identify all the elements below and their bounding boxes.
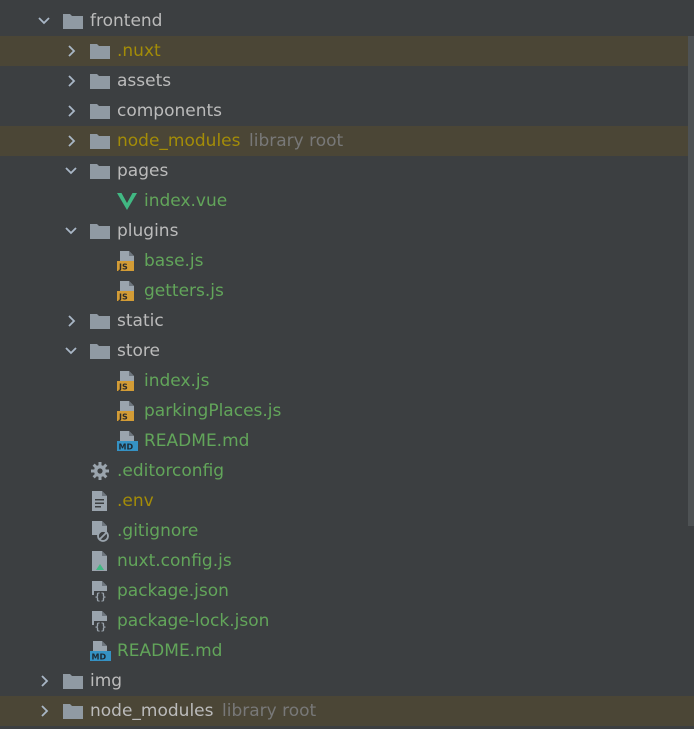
project-tree: frontend .nuxt assets components node_mo…: [0, 6, 694, 726]
svg-text:JS: JS: [118, 413, 128, 422]
vertical-scrollbar[interactable]: [688, 36, 694, 526]
tree-item-label: store: [117, 341, 160, 361]
tree-item-label: node_modules: [90, 701, 214, 721]
tree-item-label: getters.js: [144, 281, 224, 301]
folder-icon: [89, 156, 111, 186]
tree-item-label: static: [117, 311, 164, 331]
tree-row[interactable]: .editorconfig: [0, 456, 694, 486]
tree-item-label: components: [117, 101, 223, 121]
tree-item-label: img: [90, 671, 123, 691]
library-root-hint: library root: [222, 701, 317, 721]
svg-text:JS: JS: [118, 383, 128, 392]
tree-item-label: package-lock.json: [117, 611, 270, 631]
tree-item-label: parkingPlaces.js: [144, 401, 282, 421]
chevron-right-icon[interactable]: [36, 666, 52, 696]
chevron-right-icon[interactable]: [63, 96, 79, 126]
tree-item-label: plugins: [117, 221, 179, 241]
tree-row[interactable]: pages: [0, 156, 694, 186]
tree-row[interactable]: nuxt.config.js: [0, 546, 694, 576]
tree-row[interactable]: components: [0, 96, 694, 126]
tree-item-label: assets: [117, 71, 172, 91]
tree-row[interactable]: static: [0, 306, 694, 336]
tree-row[interactable]: .gitignore: [0, 516, 694, 546]
tree-row[interactable]: node_modules library root: [0, 696, 694, 726]
tree-row[interactable]: store: [0, 336, 694, 366]
chevron-right-icon[interactable]: [36, 696, 52, 726]
chevron-down-icon[interactable]: [63, 156, 79, 186]
folder-icon: [89, 66, 111, 96]
folder-icon: [62, 666, 84, 696]
tree-row[interactable]: node_modules library root: [0, 126, 694, 156]
vue-file-icon: [116, 186, 138, 216]
tree-item-label: README.md: [144, 431, 250, 451]
tree-item-label: pages: [117, 161, 169, 181]
gear-icon: [89, 456, 111, 486]
js-file-icon: JS: [116, 276, 138, 306]
md-file-icon: MD: [89, 636, 111, 666]
folder-icon: [89, 306, 111, 336]
folder-icon: [89, 126, 111, 156]
svg-text:JS: JS: [118, 263, 128, 272]
nuxt-config-icon: [89, 546, 111, 576]
tree-row[interactable]: assets: [0, 66, 694, 96]
svg-text:MD: MD: [92, 653, 107, 662]
tree-row[interactable]: plugins: [0, 216, 694, 246]
tree-row[interactable]: JS parkingPlaces.js: [0, 396, 694, 426]
json-file-icon: {}: [89, 606, 111, 636]
tree-item-label: index.vue: [144, 191, 228, 211]
tree-row[interactable]: .env: [0, 486, 694, 516]
chevron-right-icon[interactable]: [63, 126, 79, 156]
tree-row[interactable]: .nuxt: [0, 36, 694, 66]
tree-row[interactable]: MD README.md: [0, 426, 694, 456]
chevron-right-icon[interactable]: [63, 36, 79, 66]
chevron-right-icon[interactable]: [63, 66, 79, 96]
tree-item-label: .nuxt: [117, 41, 161, 61]
text-file-icon: [89, 486, 111, 516]
folder-icon: [62, 6, 84, 36]
tree-item-label: .env: [117, 491, 154, 511]
chevron-down-icon[interactable]: [36, 6, 52, 36]
tree-item-label: base.js: [144, 251, 204, 271]
md-file-icon: MD: [116, 426, 138, 456]
tree-row[interactable]: MD README.md: [0, 636, 694, 666]
svg-text:{}: {}: [95, 622, 107, 632]
tree-row[interactable]: img: [0, 666, 694, 696]
js-file-icon: JS: [116, 246, 138, 276]
tree-item-label: package.json: [117, 581, 229, 601]
tree-item-label: frontend: [90, 11, 163, 31]
folder-icon: [62, 696, 84, 726]
svg-text:MD: MD: [119, 443, 134, 452]
tree-row[interactable]: JS base.js: [0, 246, 694, 276]
tree-row[interactable]: {} package.json: [0, 576, 694, 606]
tree-item-label: .editorconfig: [117, 461, 225, 481]
chevron-right-icon[interactable]: [63, 306, 79, 336]
tree-item-label: nuxt.config.js: [117, 551, 232, 571]
folder-icon: [89, 36, 111, 66]
tree-row[interactable]: JS index.js: [0, 366, 694, 396]
folder-icon: [89, 336, 111, 366]
tree-item-label: index.js: [144, 371, 210, 391]
folder-icon: [89, 216, 111, 246]
ignore-file-icon: [89, 516, 111, 546]
js-file-icon: JS: [116, 366, 138, 396]
tree-row[interactable]: JS getters.js: [0, 276, 694, 306]
svg-text:JS: JS: [118, 293, 128, 302]
library-root-hint: library root: [249, 131, 344, 151]
js-file-icon: JS: [116, 396, 138, 426]
chevron-down-icon[interactable]: [63, 336, 79, 366]
tree-item-label: README.md: [117, 641, 223, 661]
tree-item-label: node_modules: [117, 131, 241, 151]
folder-icon: [89, 96, 111, 126]
tree-item-label: .gitignore: [117, 521, 199, 541]
tree-row[interactable]: {} package-lock.json: [0, 606, 694, 636]
svg-text:{}: {}: [95, 592, 107, 602]
json-file-icon: {}: [89, 576, 111, 606]
tree-row[interactable]: frontend: [0, 6, 694, 36]
chevron-down-icon[interactable]: [63, 216, 79, 246]
tree-row[interactable]: index.vue: [0, 186, 694, 216]
